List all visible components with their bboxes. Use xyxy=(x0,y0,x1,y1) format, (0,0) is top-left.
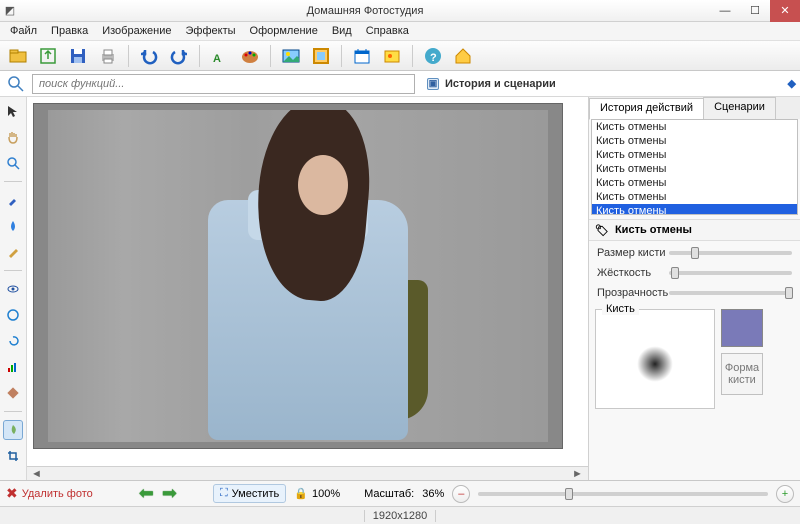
tool-tray xyxy=(0,97,27,480)
opacity-slider[interactable] xyxy=(669,291,792,295)
scale-label: Масштаб: xyxy=(364,488,414,500)
fit-button[interactable]: ⛶ Уместить xyxy=(213,484,286,503)
svg-text:?: ? xyxy=(430,52,437,64)
undo-icon[interactable] xyxy=(137,44,161,68)
menu-edit[interactable]: Правка xyxy=(45,23,94,39)
print-icon[interactable] xyxy=(96,44,120,68)
canvas-area[interactable] xyxy=(27,97,588,466)
brush-preview-label: Кисть xyxy=(602,303,639,315)
fit-icon: ⛶ xyxy=(220,487,228,500)
pencil-tool-icon[interactable] xyxy=(3,242,23,262)
history-item[interactable]: Кисть отмены xyxy=(592,190,797,204)
zoom-100-button[interactable]: 🔒 100% xyxy=(294,487,340,500)
circle-tool-icon[interactable] xyxy=(3,305,23,325)
zoom-out-button[interactable]: – xyxy=(452,485,470,503)
minimize-button[interactable]: — xyxy=(710,0,740,22)
menubar: Файл Правка Изображение Эффекты Оформлен… xyxy=(0,22,800,41)
next-button[interactable]: ➡ xyxy=(162,483,177,504)
brush-section-title: Кисть отмены xyxy=(615,224,692,236)
brush-size-label: Размер кисти xyxy=(597,247,669,259)
redo-icon[interactable] xyxy=(167,44,191,68)
bottom-bar: ✖ Удалить фото ⬅ ➡ ⛶ Уместить 🔒 100% Мас… xyxy=(0,480,800,506)
delete-photo-button[interactable]: ✖ Удалить фото xyxy=(6,485,93,502)
status-bar: 1920x1280 xyxy=(0,506,800,524)
text-icon[interactable]: A xyxy=(208,44,232,68)
horizontal-scrollbar[interactable]: ◄► xyxy=(27,466,588,480)
zoom-slider[interactable] xyxy=(478,492,768,496)
help-icon[interactable]: ? xyxy=(421,44,445,68)
image-dimensions: 1920x1280 xyxy=(364,510,436,522)
tab-scenarios[interactable]: Сценарии xyxy=(703,97,776,119)
home-icon[interactable] xyxy=(451,44,475,68)
maximize-button[interactable]: ☐ xyxy=(740,0,770,22)
right-panel: История действий Сценарии Кисть отмены К… xyxy=(588,97,800,480)
menu-view[interactable]: Вид xyxy=(326,23,358,39)
calendar-icon[interactable] xyxy=(350,44,374,68)
history-item[interactable]: Кисть отмены xyxy=(592,162,797,176)
history-item[interactable]: Кисть отмены xyxy=(592,120,797,134)
delete-icon: ✖ xyxy=(6,485,18,502)
menu-help[interactable]: Справка xyxy=(360,23,415,39)
brush-preview: Кисть xyxy=(595,309,715,409)
card-icon[interactable] xyxy=(380,44,404,68)
brush-shape-button[interactable]: Форма кисти xyxy=(721,353,763,395)
eye-tool-icon[interactable] xyxy=(3,279,23,299)
menu-file[interactable]: Файл xyxy=(4,23,43,39)
photo-icon[interactable] xyxy=(279,44,303,68)
hardness-slider[interactable] xyxy=(669,271,792,275)
open-icon[interactable] xyxy=(6,44,30,68)
zoom-tool-icon[interactable] xyxy=(3,153,23,173)
brush-size-slider[interactable] xyxy=(669,251,792,255)
app-icon: ◩ xyxy=(0,4,20,17)
hardness-label: Жёсткость xyxy=(597,267,669,279)
history-item[interactable]: Кисть отмены xyxy=(592,176,797,190)
close-button[interactable]: ✕ xyxy=(770,0,800,22)
zoom-in-button[interactable]: + xyxy=(776,485,794,503)
scale-value: 36% xyxy=(422,488,444,500)
titlebar: ◩ Домашняя Фотостудия — ☐ ✕ xyxy=(0,0,800,22)
search-icon[interactable] xyxy=(4,73,28,95)
history-item[interactable]: Кисть отмены xyxy=(592,148,797,162)
drop-tool-icon[interactable] xyxy=(3,216,23,236)
crop-tool-icon[interactable] xyxy=(3,446,23,466)
panel-pin-icon[interactable]: ◆ xyxy=(788,77,796,90)
history-item[interactable]: Кисть отмены xyxy=(592,134,797,148)
swirl-tool-icon[interactable] xyxy=(3,331,23,351)
tab-history[interactable]: История действий xyxy=(589,98,704,120)
tag-icon: 🏷 xyxy=(595,224,609,237)
menu-image[interactable]: Изображение xyxy=(96,23,177,39)
palette-icon[interactable] xyxy=(238,44,262,68)
opacity-label: Прозрачность xyxy=(597,287,669,299)
undo-brush-tool-icon[interactable] xyxy=(3,420,23,440)
export-icon[interactable] xyxy=(36,44,60,68)
brush-tool-icon[interactable] xyxy=(3,190,23,210)
history-panel-title: История и сценарии xyxy=(445,78,556,90)
levels-tool-icon[interactable] xyxy=(3,357,23,377)
lock-icon: 🔒 xyxy=(294,487,308,500)
history-list[interactable]: Кисть отмены Кисть отмены Кисть отмены К… xyxy=(591,119,798,215)
search-row: ▣ История и сценарии ◆ xyxy=(0,71,800,97)
save-icon[interactable] xyxy=(66,44,90,68)
menu-effects[interactable]: Эффекты xyxy=(180,23,242,39)
pointer-tool-icon[interactable] xyxy=(3,101,23,121)
frame-icon[interactable] xyxy=(309,44,333,68)
collapse-icon[interactable]: ▣ xyxy=(427,78,439,90)
toolbar: A ? xyxy=(0,41,800,71)
history-item[interactable]: Кисть отмены xyxy=(592,204,797,215)
prev-button[interactable]: ⬅ xyxy=(139,483,154,504)
brush-color-swatch[interactable] xyxy=(721,309,763,347)
hand-tool-icon[interactable] xyxy=(3,127,23,147)
menu-design[interactable]: Оформление xyxy=(244,23,324,39)
window-title: Домашняя Фотостудия xyxy=(20,5,710,17)
image-canvas[interactable] xyxy=(48,110,548,442)
patch-tool-icon[interactable] xyxy=(3,383,23,403)
search-input[interactable] xyxy=(32,74,415,94)
svg-text:A: A xyxy=(213,53,221,65)
